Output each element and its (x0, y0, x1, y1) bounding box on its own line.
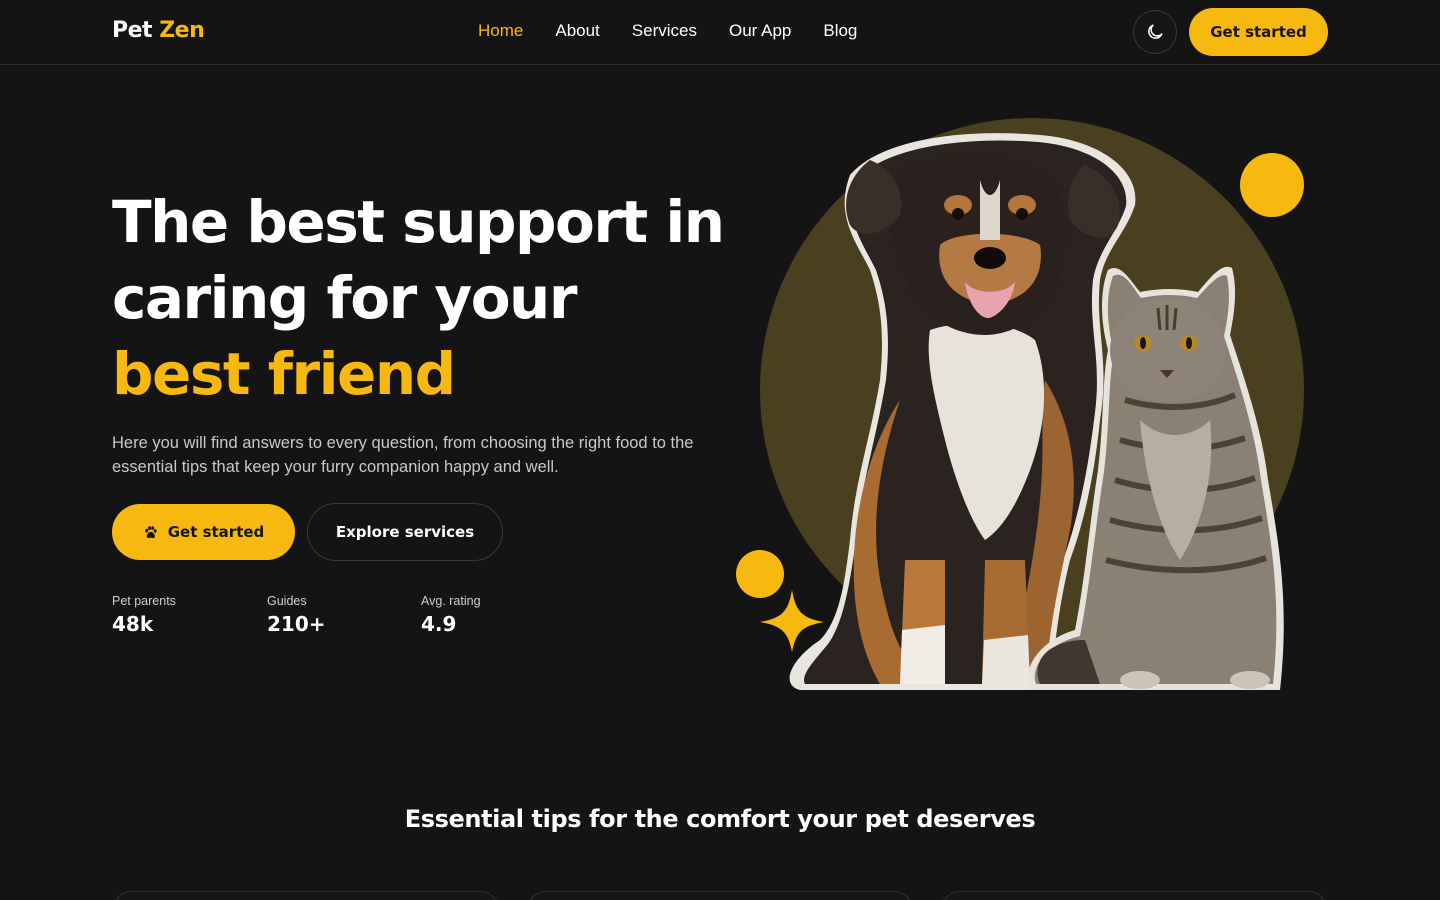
hero-title-line-1: The best support in (112, 188, 725, 256)
decor-circle-small (736, 550, 784, 598)
decor-circle-large (1240, 153, 1304, 217)
paw-icon (144, 525, 157, 538)
hero-title-line-2: caring for your (112, 264, 577, 332)
tips-section-title: Essential tips for the comfort your pet … (404, 805, 1036, 833)
site-header: Pet Zen Home About Services Our App Blog… (0, 0, 1440, 65)
stat-guides: Guides 210+ (267, 594, 326, 636)
hero-description: Here you will find answers to every ques… (112, 434, 694, 476)
nav-link-home[interactable]: Home (478, 21, 523, 41)
stat-pet-parents: Pet parents 48k (112, 594, 176, 636)
stat-value: 210+ (267, 612, 326, 636)
tip-card[interactable] (526, 891, 914, 900)
hero-get-started-button[interactable]: Get started (112, 504, 295, 560)
stat-label: Guides (267, 594, 307, 608)
hero-pets-illustration (736, 118, 1304, 690)
header-get-started-button[interactable]: Get started (1189, 8, 1328, 56)
nav-link-about[interactable]: About (555, 21, 599, 41)
theme-toggle-button[interactable] (1133, 10, 1177, 54)
nav-link-blog[interactable]: Blog (823, 21, 857, 41)
stat-avg-rating: Avg. rating 4.9 (421, 594, 481, 636)
sparkle-icon (760, 590, 824, 652)
hero-title-accent: best friend (112, 340, 456, 408)
tip-card[interactable] (112, 891, 500, 900)
nav-link-services[interactable]: Services (632, 21, 697, 41)
explore-services-button[interactable]: Explore services (307, 503, 503, 561)
main-nav: Home About Services Our App Blog (478, 21, 889, 41)
nav-link-our-app[interactable]: Our App (729, 21, 791, 41)
tip-card[interactable] (940, 891, 1328, 900)
stat-label: Avg. rating (421, 594, 481, 608)
logo[interactable]: Pet Zen (112, 18, 205, 43)
stat-label: Pet parents (112, 594, 176, 608)
hero-get-started-label: Get started (167, 523, 265, 541)
logo-part-pet: Pet (112, 18, 153, 43)
hero-title: The best support in caring for your best… (112, 184, 752, 412)
stat-value: 48k (112, 612, 154, 636)
moon-icon (1148, 24, 1163, 39)
logo-part-zen: Zen (159, 18, 205, 43)
stat-value: 4.9 (421, 612, 457, 636)
